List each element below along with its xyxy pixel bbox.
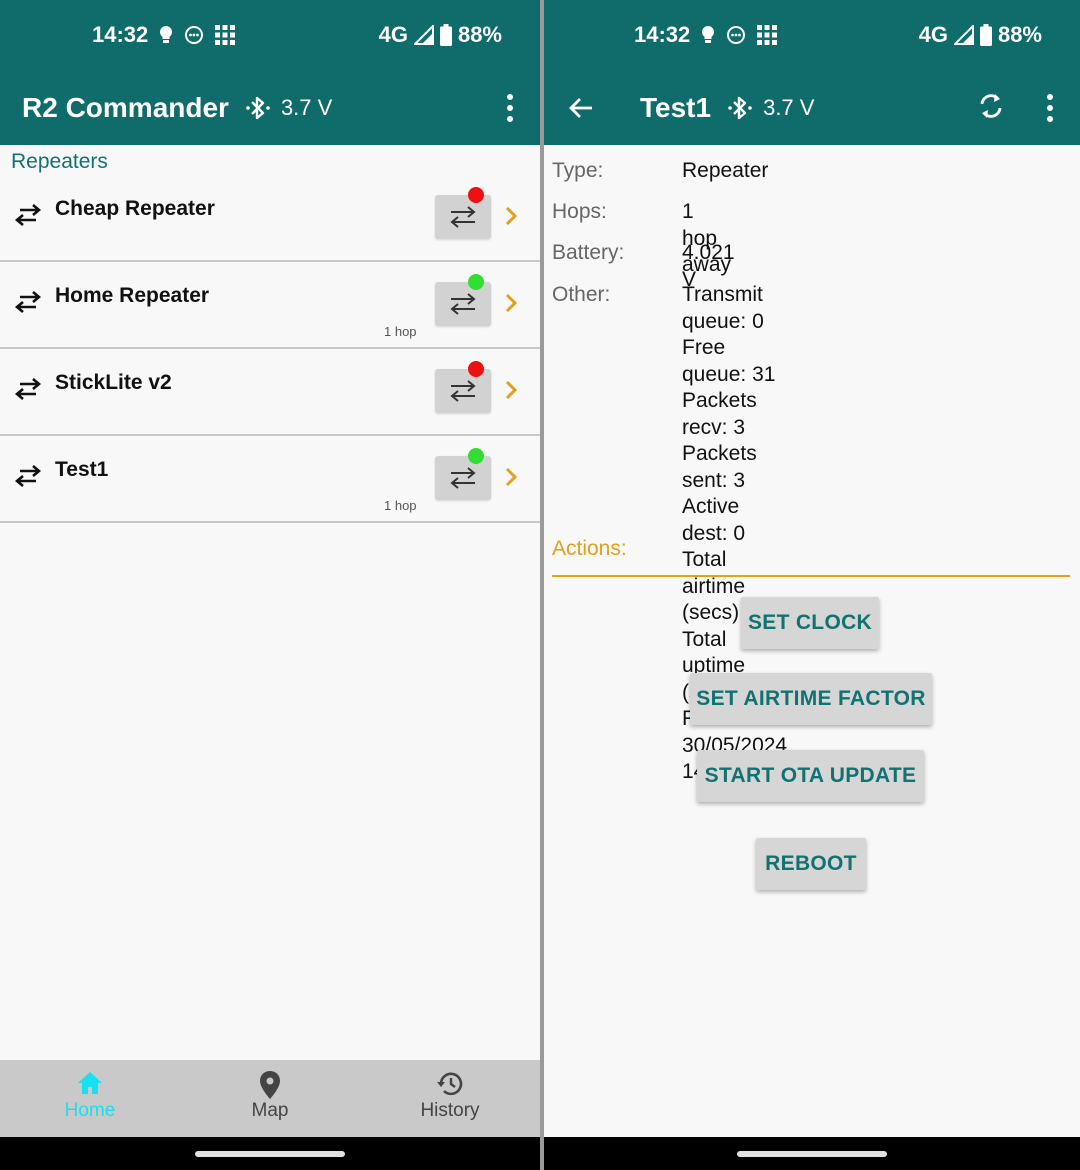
battery-label: Battery: (552, 241, 625, 264)
overflow-menu-icon[interactable] (1042, 94, 1058, 122)
signal-icon (953, 25, 974, 45)
chevron-right-icon[interactable] (504, 379, 518, 406)
status-bar: 14:32 4G 88% (0, 20, 540, 52)
repeater-name: StickLite v2 (55, 371, 172, 394)
nav-home-label: Home (64, 1100, 116, 1121)
chevron-right-icon[interactable] (504, 466, 518, 493)
system-nav-bar (544, 1137, 1080, 1170)
nav-map[interactable]: Map (210, 1070, 330, 1122)
repeater-list-screen: 14:32 4G 88% R2 Commander 3.7 V Repeater… (0, 0, 540, 1170)
repeater-name: Home Repeater (55, 284, 210, 307)
home-gesture-pill[interactable] (195, 1151, 345, 1157)
other-line: Packets recv: 3 (682, 389, 757, 439)
status-dot (468, 448, 484, 464)
type-value: Repeater (682, 159, 769, 182)
status-time: 14:32 (92, 22, 149, 47)
set-airtime-factor-button[interactable]: SET AIRTIME FACTOR (690, 673, 932, 725)
other-line: Active dest: 0 (682, 495, 746, 545)
nav-home[interactable]: Home (30, 1070, 150, 1122)
grid-icon (214, 24, 236, 46)
signal-icon (413, 25, 434, 45)
nav-map-label: Map (251, 1100, 289, 1121)
detail-title: Test1 (640, 92, 712, 123)
other-line: Packets sent: 3 (682, 442, 757, 492)
battery-icon (979, 24, 992, 46)
connect-button[interactable] (435, 456, 491, 500)
app-title: R2 Commander (22, 92, 229, 123)
dots-circle-icon (726, 25, 746, 45)
swap-arrows-icon (14, 290, 42, 319)
chevron-right-icon[interactable] (504, 292, 518, 319)
dots-circle-icon (184, 25, 204, 45)
refresh-icon[interactable] (976, 90, 1006, 127)
repeater-item-home-repeater[interactable]: Home Repeater 1 hop (0, 262, 540, 349)
battery-icon (439, 24, 452, 46)
repeater-name: Cheap Repeater (55, 197, 215, 220)
actions-divider (552, 575, 1070, 577)
status-dot (468, 361, 484, 377)
actions-title: Actions: (552, 537, 627, 560)
other-line: Transmit queue: 0 (682, 283, 764, 333)
repeater-hops: 1 hop (384, 498, 417, 513)
connect-button[interactable] (435, 195, 491, 239)
status-dot (468, 274, 484, 290)
connect-button[interactable] (435, 282, 491, 326)
chevron-right-icon[interactable] (504, 205, 518, 232)
home-gesture-pill[interactable] (737, 1151, 887, 1157)
battery-voltage: 3.7 V (763, 95, 815, 120)
status-network: 4G (918, 22, 948, 47)
repeater-item-sticklite-v2[interactable]: StickLite v2 (0, 349, 540, 436)
app-bar: 14:32 4G 88% (544, 0, 1080, 145)
battery-voltage: 3.7 V (280, 95, 333, 120)
bluetooth-connected-icon[interactable] (725, 93, 755, 123)
swap-arrows-icon (14, 377, 42, 406)
nav-history-label: History (420, 1100, 480, 1121)
grid-icon (756, 24, 778, 46)
bluetooth-connected-icon[interactable] (243, 93, 273, 123)
repeater-detail-screen: 14:32 4G 88% Test1 3.7 V Type: Repeater … (544, 0, 1080, 1170)
repeater-hops: 1 hop (384, 324, 417, 339)
repeater-list: Cheap Repeater Home Repeater 1 hop Stick… (0, 175, 540, 523)
status-bar: 14:32 4G 88% (544, 20, 1080, 52)
nav-history[interactable]: History (390, 1070, 510, 1122)
swap-arrows-icon (14, 203, 42, 232)
repeater-item-test1[interactable]: Test1 1 hop (0, 436, 540, 523)
start-ota-update-button[interactable]: START OTA UPDATE (697, 750, 924, 802)
status-dot (468, 187, 484, 203)
swap-arrows-icon (14, 464, 42, 493)
map-pin-icon (210, 1070, 330, 1100)
repeater-item-cheap-repeater[interactable]: Cheap Repeater (0, 175, 540, 262)
overflow-menu-icon[interactable] (502, 94, 518, 122)
status-network: 4G (378, 22, 408, 47)
status-time: 14:32 (634, 22, 691, 47)
other-label: Other: (552, 283, 611, 306)
repeater-name: Test1 (55, 458, 109, 481)
set-clock-button[interactable]: SET CLOCK (741, 597, 879, 649)
lightbulb-icon (700, 25, 716, 45)
home-icon (30, 1070, 150, 1100)
app-bar: 14:32 4G 88% (0, 0, 540, 145)
back-arrow-icon[interactable] (568, 96, 594, 125)
history-icon (390, 1070, 510, 1100)
system-nav-bar (0, 1137, 540, 1170)
other-line: Free queue: 31 (682, 336, 776, 386)
connect-button[interactable] (435, 369, 491, 413)
hops-label: Hops: (552, 200, 607, 223)
status-battery: 88% (997, 22, 1042, 47)
bottom-navigation: Home Map History (0, 1060, 540, 1137)
type-label: Type: (552, 159, 604, 182)
reboot-button[interactable]: REBOOT (756, 838, 866, 890)
status-battery: 88% (457, 22, 502, 47)
lightbulb-icon (158, 25, 174, 45)
repeaters-section-title: Repeaters (11, 150, 108, 173)
